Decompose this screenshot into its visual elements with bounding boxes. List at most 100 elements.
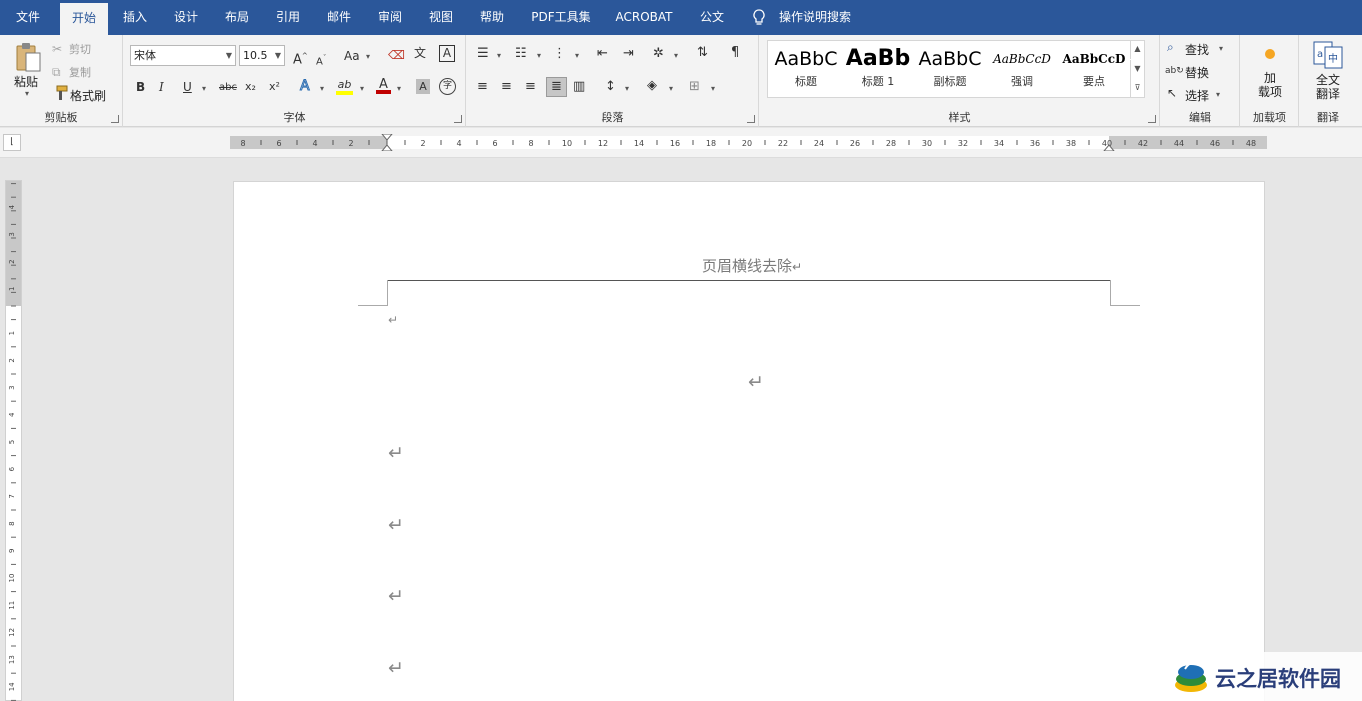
- style-heading-1[interactable]: AaBb 标题 1: [842, 41, 914, 99]
- font-color-button[interactable]: A: [376, 77, 391, 94]
- clipboard-launcher-icon[interactable]: [111, 115, 119, 123]
- font-size-combo[interactable]: 10.5 ▼: [239, 45, 285, 66]
- enclose-characters-button[interactable]: 字: [439, 78, 456, 95]
- grow-font-button[interactable]: A^: [293, 48, 308, 68]
- tab-stop-selector[interactable]: ⌊: [3, 134, 21, 151]
- numbering-icon[interactable]: ☷: [515, 46, 527, 62]
- chinese-layout-icon[interactable]: ✲: [653, 46, 664, 62]
- select-button[interactable]: 选择: [1185, 87, 1209, 104]
- underline-dropdown-icon[interactable]: ▾: [202, 84, 206, 93]
- copy-button[interactable]: 复制: [69, 64, 91, 80]
- addins-button[interactable]: 加 载项: [1241, 39, 1299, 105]
- header-text[interactable]: 页眉横线去除↵: [702, 255, 802, 276]
- style-subtitle[interactable]: AaBbC 副标题: [914, 41, 986, 99]
- line-spacing-icon[interactable]: ↕: [605, 79, 616, 95]
- tab-gongwen[interactable]: 公文: [690, 0, 734, 35]
- tab-references[interactable]: 引用: [266, 0, 310, 35]
- horizontal-ruler[interactable]: 8 6 4 2 2 4 6 8 10 12 14 16 18 20 22 24 26 28 30 32 34 36 38 40…: [230, 134, 1267, 151]
- borders-icon[interactable]: ⊞: [689, 79, 700, 95]
- shading-icon[interactable]: ◈: [647, 78, 657, 94]
- select-dropdown-icon[interactable]: ▾: [1216, 90, 1220, 99]
- document-page[interactable]: 页眉横线去除↵ ↵ ↵ ↵ ↵ ↵ ↵: [233, 181, 1265, 701]
- tab-help[interactable]: 帮助: [470, 0, 514, 35]
- highlight-button[interactable]: ab: [336, 77, 353, 95]
- shading-dropdown-icon[interactable]: ▾: [669, 84, 673, 93]
- align-right-icon[interactable]: ≡: [525, 79, 536, 95]
- line-spacing-dropdown-icon[interactable]: ▾: [625, 84, 629, 93]
- style-strong[interactable]: AaBbCcD 要点: [1058, 41, 1130, 99]
- character-shading-button[interactable]: A: [416, 79, 430, 94]
- numbering-dropdown-icon[interactable]: ▾: [537, 51, 541, 60]
- cut-button[interactable]: 剪切: [69, 41, 91, 57]
- font-color-dropdown-icon[interactable]: ▾: [397, 84, 401, 93]
- bullets-icon[interactable]: ☰: [477, 46, 489, 62]
- sort-icon[interactable]: ⇅: [697, 45, 708, 61]
- italic-button[interactable]: I: [159, 79, 164, 95]
- bold-button[interactable]: B: [136, 79, 145, 95]
- shrink-font-button[interactable]: Aˇ: [316, 50, 326, 70]
- replace-button[interactable]: 替换: [1185, 64, 1209, 81]
- tab-layout[interactable]: 布局: [215, 0, 259, 35]
- style-title[interactable]: AaBbC 标题: [770, 41, 842, 99]
- multilevel-list-icon[interactable]: ⋮: [553, 46, 566, 62]
- decrease-indent-icon[interactable]: ⇤: [597, 46, 608, 62]
- align-left-icon[interactable]: ≡: [477, 79, 488, 95]
- superscript-button[interactable]: x²: [269, 79, 280, 95]
- text-effects-button[interactable]: A: [300, 78, 311, 95]
- paste-icon: [16, 43, 41, 72]
- find-dropdown-icon[interactable]: ▾: [1219, 44, 1223, 53]
- format-painter-button[interactable]: 格式刷: [70, 87, 106, 104]
- tab-acrobat[interactable]: ACROBAT: [608, 0, 680, 35]
- highlight-dropdown-icon[interactable]: ▾: [360, 84, 364, 93]
- tab-view[interactable]: 视图: [419, 0, 463, 35]
- show-marks-icon[interactable]: ¶: [731, 45, 739, 61]
- bullets-dropdown-icon[interactable]: ▾: [497, 51, 501, 60]
- paste-dropdown-icon[interactable]: ▾: [25, 89, 29, 98]
- chevron-down-icon[interactable]: ▼: [275, 46, 281, 65]
- subscript-button[interactable]: x₂: [245, 79, 256, 95]
- style-emphasis[interactable]: AaBbCcD 强调: [986, 41, 1058, 99]
- gallery-scroll-up-icon[interactable]: ▲: [1130, 40, 1144, 59]
- tab-review[interactable]: 审阅: [368, 0, 412, 35]
- case-dropdown-icon[interactable]: ▾: [366, 52, 370, 61]
- tab-file[interactable]: 文件: [6, 0, 50, 35]
- vertical-ruler[interactable]: 4 3 2 1 1 2 3 4 5 6 7 8 9 10 11 12 13 14: [5, 180, 22, 701]
- tab-insert[interactable]: 插入: [113, 0, 157, 35]
- borders-dropdown-icon[interactable]: ▾: [711, 84, 715, 93]
- lightbulb-icon[interactable]: [752, 9, 766, 27]
- paragraph-mark[interactable]: ↵: [388, 514, 404, 536]
- paragraph-mark[interactable]: ↵: [388, 313, 398, 327]
- paragraph-mark[interactable]: ↵: [388, 442, 404, 464]
- find-button[interactable]: 查找: [1185, 41, 1209, 58]
- paragraph-mark[interactable]: ↵: [388, 585, 404, 607]
- change-case-button[interactable]: Aa: [344, 48, 360, 64]
- translate-button[interactable]: a 中 全文 翻译: [1300, 39, 1356, 105]
- increase-indent-icon[interactable]: ⇥: [623, 46, 634, 62]
- distributed-icon[interactable]: ▥: [573, 79, 585, 95]
- styles-launcher-icon[interactable]: [1148, 115, 1156, 123]
- font-launcher-icon[interactable]: [454, 115, 462, 123]
- paragraph-mark[interactable]: ↵: [748, 371, 764, 393]
- tab-mailings[interactable]: 邮件: [317, 0, 361, 35]
- paragraph-launcher-icon[interactable]: [747, 115, 755, 123]
- tab-home[interactable]: 开始: [60, 3, 108, 35]
- paste-button[interactable]: 粘贴 ▾: [10, 39, 46, 101]
- effects-dropdown-icon[interactable]: ▾: [320, 84, 324, 93]
- chinese-layout-dropdown-icon[interactable]: ▾: [674, 51, 678, 60]
- gallery-more-icon[interactable]: ⊽: [1130, 79, 1144, 98]
- tab-pdf-tools[interactable]: PDF工具集: [525, 0, 597, 35]
- character-border-button[interactable]: A: [439, 45, 455, 62]
- phonetic-guide-button[interactable]: 文: [414, 45, 426, 61]
- gallery-scroll-down-icon[interactable]: ▼: [1130, 60, 1144, 79]
- tell-me-search[interactable]: 操作说明搜索: [779, 0, 851, 35]
- strikethrough-button[interactable]: abc: [219, 80, 237, 96]
- font-name-combo[interactable]: 宋体 ▼: [130, 45, 236, 66]
- tab-design[interactable]: 设计: [164, 0, 208, 35]
- justify-icon[interactable]: ≣: [546, 77, 567, 97]
- clear-format-icon[interactable]: ⌫: [388, 47, 405, 63]
- underline-button[interactable]: U: [183, 79, 192, 95]
- chevron-down-icon[interactable]: ▼: [226, 46, 232, 65]
- paragraph-mark[interactable]: ↵: [388, 657, 404, 679]
- align-center-icon[interactable]: ≡: [501, 79, 512, 95]
- multilevel-dropdown-icon[interactable]: ▾: [575, 51, 579, 60]
